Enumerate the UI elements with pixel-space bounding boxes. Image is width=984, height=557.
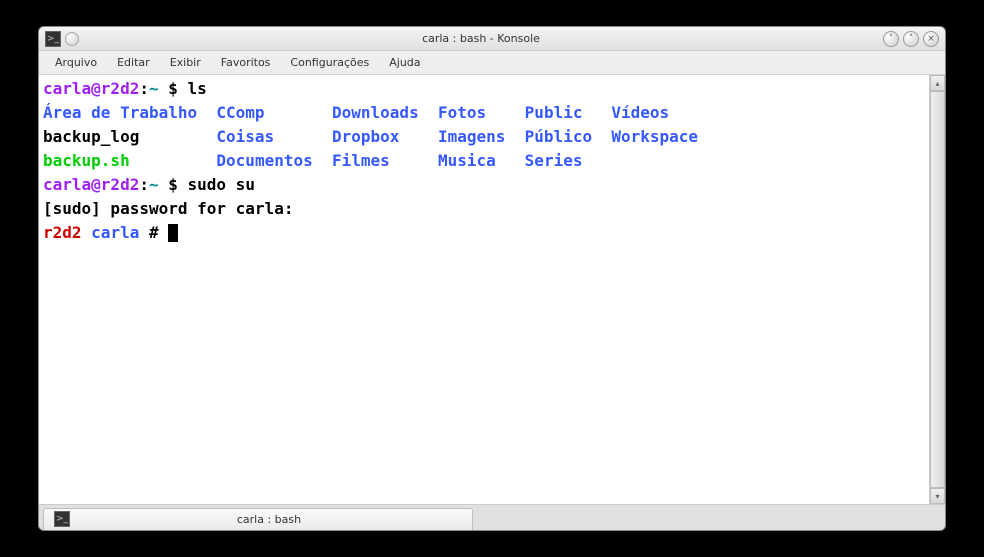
tab-label: carla : bash	[76, 513, 462, 526]
ls-entry: Fotos	[438, 103, 486, 122]
prompt-user: carla@r2d2	[43, 175, 139, 194]
terminal-area[interactable]: carla@r2d2:~ $ ls Área de Trabalho CComp…	[39, 75, 929, 504]
menubar: Arquivo Editar Exibir Favoritos Configur…	[39, 51, 945, 75]
ls-entry: Coisas	[216, 127, 274, 146]
menu-configuracoes[interactable]: Configurações	[280, 53, 379, 72]
scroll-up-button[interactable]: ▴	[930, 75, 945, 91]
prompt-sep: :	[139, 175, 149, 194]
menu-arquivo[interactable]: Arquivo	[45, 53, 107, 72]
root-prompt-dir: carla	[91, 223, 139, 242]
ls-entry: Imagens	[438, 127, 505, 146]
tab-active[interactable]: >_ carla : bash	[43, 508, 473, 530]
sudo-password-prompt: [sudo] password for carla:	[43, 199, 303, 218]
scrollbar[interactable]: ▴ ▾	[929, 75, 945, 504]
prompt-path: ~	[149, 175, 159, 194]
ls-entry: Workspace	[611, 127, 698, 146]
root-prompt-host: r2d2	[43, 223, 82, 242]
command-ls: ls	[188, 79, 207, 98]
prompt-user: carla@r2d2	[43, 79, 139, 98]
prompt-sep: :	[139, 79, 149, 98]
ls-entry: backup.sh	[43, 151, 130, 170]
prompt-dollar: $	[159, 79, 188, 98]
prompt-path: ~	[149, 79, 159, 98]
menu-ajuda[interactable]: Ajuda	[379, 53, 430, 72]
root-prompt-hash: #	[139, 223, 168, 242]
app-icon: >_	[45, 31, 61, 47]
menu-favoritos[interactable]: Favoritos	[211, 53, 281, 72]
terminal-icon: >_	[54, 511, 70, 527]
ls-entry: Public	[525, 103, 583, 122]
ls-entry: CComp	[216, 103, 264, 122]
cursor-icon	[168, 224, 178, 242]
window-title: carla : bash - Konsole	[79, 32, 883, 45]
ls-entry: Downloads	[332, 103, 419, 122]
prompt-dollar: $	[159, 175, 188, 194]
ls-entry: backup_log	[43, 127, 139, 146]
menu-exibir[interactable]: Exibir	[160, 53, 211, 72]
command-sudo: sudo su	[188, 175, 255, 194]
scroll-down-button[interactable]: ▾	[930, 488, 945, 504]
ls-entry: Filmes	[332, 151, 390, 170]
ls-entry: Musica	[438, 151, 496, 170]
new-tab-button[interactable]	[65, 32, 79, 46]
scroll-thumb[interactable]	[930, 91, 945, 488]
ls-entry: Vídeos	[611, 103, 669, 122]
ls-entry: Series	[525, 151, 583, 170]
ls-entry: Documentos	[216, 151, 312, 170]
konsole-window: >_ carla : bash - Konsole ˅ ˄ × Arquivo …	[38, 26, 946, 531]
ls-entry: Dropbox	[332, 127, 399, 146]
maximize-button[interactable]: ˄	[903, 31, 919, 47]
tabbar: >_ carla : bash	[39, 504, 945, 530]
ls-entry: Área de Trabalho	[43, 103, 197, 122]
close-button[interactable]: ×	[923, 31, 939, 47]
menu-editar[interactable]: Editar	[107, 53, 160, 72]
minimize-button[interactable]: ˅	[883, 31, 899, 47]
ls-entry: Público	[525, 127, 592, 146]
scroll-track[interactable]	[930, 91, 945, 488]
titlebar[interactable]: >_ carla : bash - Konsole ˅ ˄ ×	[39, 27, 945, 51]
